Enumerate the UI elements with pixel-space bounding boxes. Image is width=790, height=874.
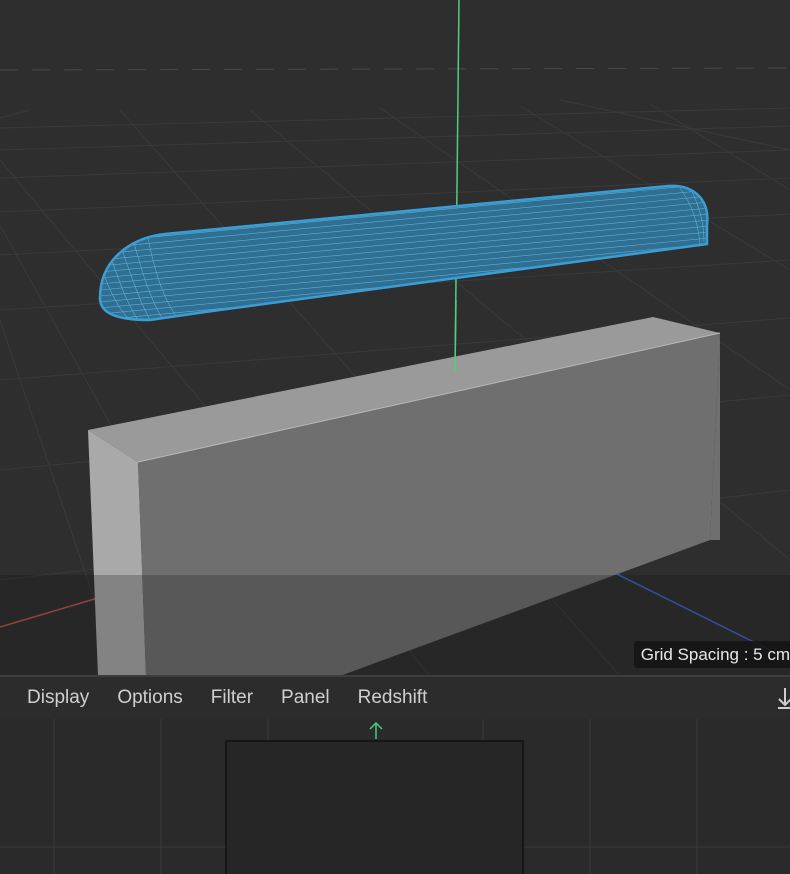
menu-options[interactable]: Options <box>117 687 182 709</box>
arrow-down-icon[interactable] <box>776 685 790 711</box>
secondary-viewport-scene <box>0 719 790 874</box>
secondary-viewport[interactable] <box>0 719 790 874</box>
perspective-viewport[interactable]: Grid Spacing : 5 cm <box>0 0 790 676</box>
capsule-wireframe[interactable] <box>98 184 710 322</box>
menu-panel[interactable]: Panel <box>281 687 330 709</box>
viewport-menubar: Display Options Filter Panel Redshift <box>0 677 790 719</box>
menu-filter[interactable]: Filter <box>211 687 253 709</box>
viewport-scene <box>0 0 790 676</box>
grid-spacing-label: Grid Spacing : 5 cm <box>633 641 790 668</box>
cinema4d-viewport-layout: Grid Spacing : 5 cm Display Options Filt… <box>0 0 790 874</box>
y-axis-up-arrow-icon <box>369 721 383 739</box>
front-view-cube-outline[interactable] <box>225 740 524 874</box>
menu-redshift[interactable]: Redshift <box>358 687 428 709</box>
menu-display[interactable]: Display <box>27 687 89 709</box>
